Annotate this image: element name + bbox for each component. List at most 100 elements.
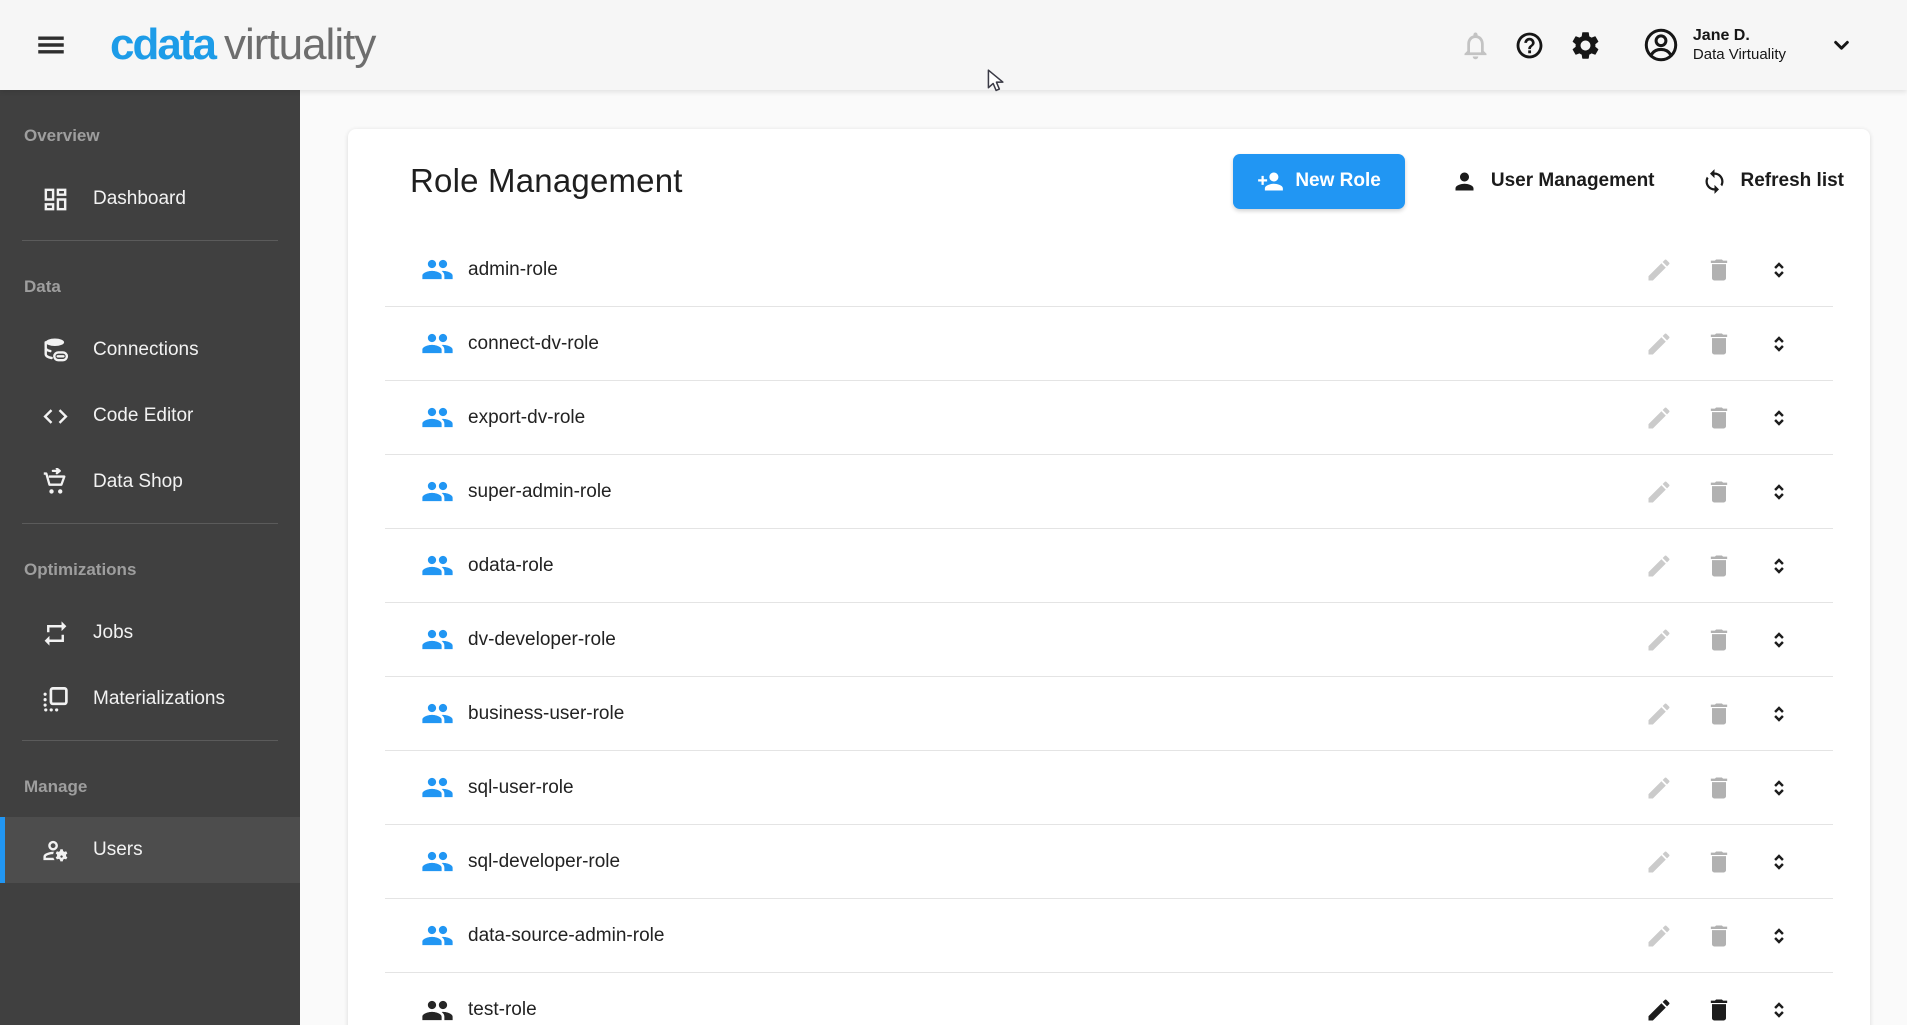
sidebar-item-label: Connections <box>93 339 199 361</box>
delete-role-button[interactable] <box>1705 477 1735 507</box>
sidebar-section: Overview Dashboard <box>0 126 300 232</box>
user-management-button[interactable]: User Management <box>1451 168 1655 195</box>
sidebar-item-label: Code Editor <box>93 405 193 427</box>
role-name: dv-developer-role <box>468 629 616 651</box>
logo-virtuality: virtuality <box>224 20 375 70</box>
role-row[interactable]: data-source-admin-role <box>385 899 1833 973</box>
expand-role-button[interactable] <box>1765 995 1795 1025</box>
delete-icon <box>1705 774 1733 802</box>
delete-role-button[interactable] <box>1705 551 1735 581</box>
edit-role-button[interactable] <box>1645 551 1675 581</box>
role-row[interactable]: odata-role <box>385 529 1833 603</box>
edit-role-button[interactable] <box>1645 329 1675 359</box>
refresh-list-button[interactable]: Refresh list <box>1701 168 1844 195</box>
role-row[interactable]: connect-dv-role <box>385 307 1833 381</box>
edit-role-button[interactable] <box>1645 403 1675 433</box>
edit-role-button[interactable] <box>1645 921 1675 951</box>
edit-icon <box>1645 774 1673 802</box>
sidebar-section-items: Connections Code Editor Data Shop <box>0 317 300 515</box>
delete-role-button[interactable] <box>1705 699 1735 729</box>
role-group-icon <box>421 327 454 360</box>
expand-role-button[interactable] <box>1765 625 1795 655</box>
delete-role-button[interactable] <box>1705 995 1735 1025</box>
expand-role-button[interactable] <box>1765 699 1795 729</box>
sidebar-item-jobs[interactable]: Jobs <box>0 600 300 666</box>
sidebar-item-label: Dashboard <box>93 188 186 210</box>
expand-role-button[interactable] <box>1765 255 1795 285</box>
edit-icon <box>1645 256 1673 284</box>
delete-role-button[interactable] <box>1705 921 1735 951</box>
menu-button[interactable] <box>34 28 68 62</box>
role-row[interactable]: dv-developer-role <box>385 603 1833 677</box>
role-row[interactable]: sql-user-role <box>385 751 1833 825</box>
edit-icon <box>1645 626 1673 654</box>
help-button[interactable] <box>1514 30 1545 61</box>
sidebar-section-items: Dashboard <box>0 166 300 232</box>
sidebar-item-dashboard[interactable]: Dashboard <box>0 166 300 232</box>
user-management-label: User Management <box>1491 170 1655 192</box>
role-row[interactable]: export-dv-role <box>385 381 1833 455</box>
sidebar-item-users[interactable]: Users <box>0 817 300 883</box>
role-name: odata-role <box>468 555 554 577</box>
role-row-actions <box>1645 773 1795 803</box>
role-group-icon <box>421 697 454 730</box>
sidebar-item-code-editor[interactable]: Code Editor <box>0 383 300 449</box>
edit-icon <box>1645 996 1673 1024</box>
refresh-list-label: Refresh list <box>1741 170 1844 192</box>
edit-icon <box>1645 700 1673 728</box>
sidebar-divider <box>22 740 278 741</box>
expand-role-button[interactable] <box>1765 403 1795 433</box>
edit-role-button[interactable] <box>1645 773 1675 803</box>
role-row[interactable]: sql-developer-role <box>385 825 1833 899</box>
role-name: admin-role <box>468 259 558 281</box>
sidebar-item-connections[interactable]: Connections <box>0 317 300 383</box>
edit-role-button[interactable] <box>1645 847 1675 877</box>
unfold-more-icon <box>1765 626 1793 654</box>
role-name: business-user-role <box>468 703 624 725</box>
notifications-button[interactable] <box>1459 29 1492 62</box>
role-row[interactable]: super-admin-role <box>385 455 1833 529</box>
expand-role-button[interactable] <box>1765 477 1795 507</box>
delete-icon <box>1705 996 1733 1024</box>
settings-button[interactable] <box>1569 29 1602 62</box>
edit-role-button[interactable] <box>1645 625 1675 655</box>
expand-role-button[interactable] <box>1765 773 1795 803</box>
role-row[interactable]: test-role <box>385 973 1833 1025</box>
new-role-label: New Role <box>1295 170 1381 192</box>
role-row-actions <box>1645 255 1795 285</box>
delete-icon <box>1705 478 1733 506</box>
unfold-more-icon <box>1765 774 1793 802</box>
help-icon <box>1516 32 1542 58</box>
expand-role-button[interactable] <box>1765 551 1795 581</box>
expand-role-button[interactable] <box>1765 847 1795 877</box>
delete-role-button[interactable] <box>1705 403 1735 433</box>
role-name: sql-user-role <box>468 777 574 799</box>
user-menu[interactable]: Jane D. Data Virtuality <box>1642 26 1855 64</box>
sidebar-section-items: Jobs Materializations <box>0 600 300 732</box>
delete-role-button[interactable] <box>1705 329 1735 359</box>
edit-role-button[interactable] <box>1645 699 1675 729</box>
delete-role-button[interactable] <box>1705 625 1735 655</box>
user-menu-chevron <box>1828 32 1855 59</box>
role-group-icon <box>421 623 454 656</box>
delete-icon <box>1705 256 1733 284</box>
edit-role-button[interactable] <box>1645 477 1675 507</box>
new-role-button[interactable]: New Role <box>1233 154 1405 209</box>
app-logo: cdata virtuality <box>110 20 375 70</box>
role-row[interactable]: business-user-role <box>385 677 1833 751</box>
delete-role-button[interactable] <box>1705 255 1735 285</box>
expand-role-button[interactable] <box>1765 329 1795 359</box>
edit-role-button[interactable] <box>1645 995 1675 1025</box>
sidebar-item-icon <box>41 619 70 648</box>
expand-role-button[interactable] <box>1765 921 1795 951</box>
sidebar-item-label: Materializations <box>93 688 225 710</box>
delete-role-button[interactable] <box>1705 773 1735 803</box>
sidebar-item-materializations[interactable]: Materializations <box>0 666 300 732</box>
sidebar-item-icon <box>41 836 70 865</box>
role-group-icon <box>421 549 454 582</box>
edit-role-button[interactable] <box>1645 255 1675 285</box>
sidebar-section-items: Users <box>0 817 300 883</box>
role-row[interactable]: admin-role <box>385 233 1833 307</box>
delete-role-button[interactable] <box>1705 847 1735 877</box>
sidebar-item-data-shop[interactable]: Data Shop <box>0 449 300 515</box>
